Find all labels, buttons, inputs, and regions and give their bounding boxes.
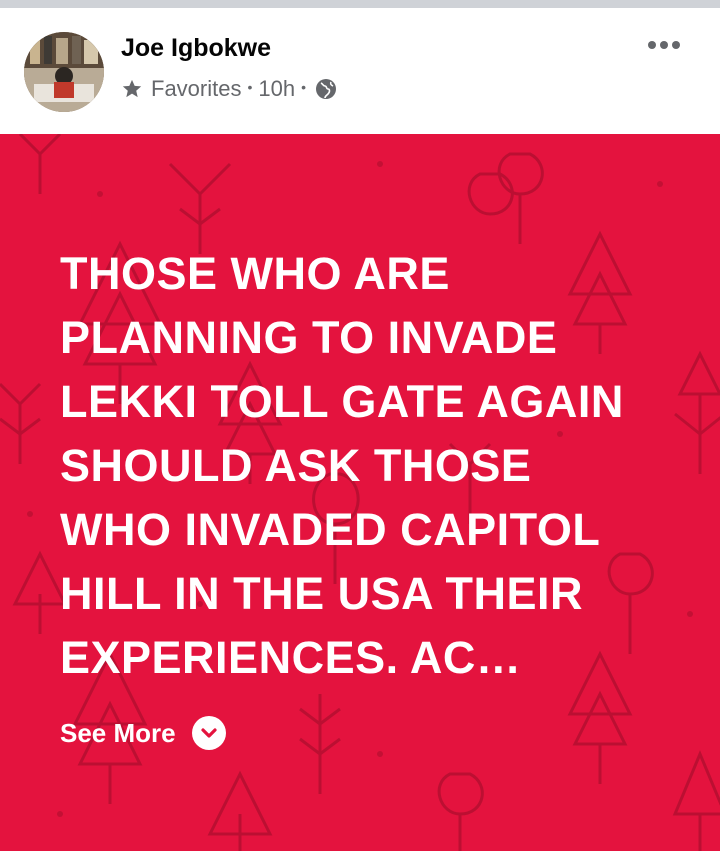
globe-icon[interactable] <box>314 77 338 101</box>
status-bar-edge <box>0 0 720 8</box>
meta-separator: • <box>301 79 307 95</box>
post-meta: Favorites • 10h • <box>121 76 338 102</box>
post-body-text: THOSE WHO ARE PLANNING TO INVADE LEKKI T… <box>60 248 624 683</box>
author-name[interactable]: Joe Igbokwe <box>121 34 271 63</box>
see-more-button[interactable]: See More <box>60 716 226 750</box>
see-more-label[interactable]: See More <box>60 718 176 749</box>
more-options-icon[interactable] <box>648 36 688 56</box>
post-time[interactable]: 10h <box>258 76 295 102</box>
star-icon <box>122 79 142 98</box>
audience-label: Favorites <box>151 76 242 101</box>
post-content: THOSE WHO ARE PLANNING TO INVADE LEKKI T… <box>0 134 720 851</box>
avatar[interactable] <box>24 32 104 112</box>
meta-separator: • <box>247 79 253 95</box>
post-header: Joe Igbokwe Favorites • 10h • <box>0 8 720 134</box>
chevron-down-icon[interactable] <box>191 716 226 750</box>
